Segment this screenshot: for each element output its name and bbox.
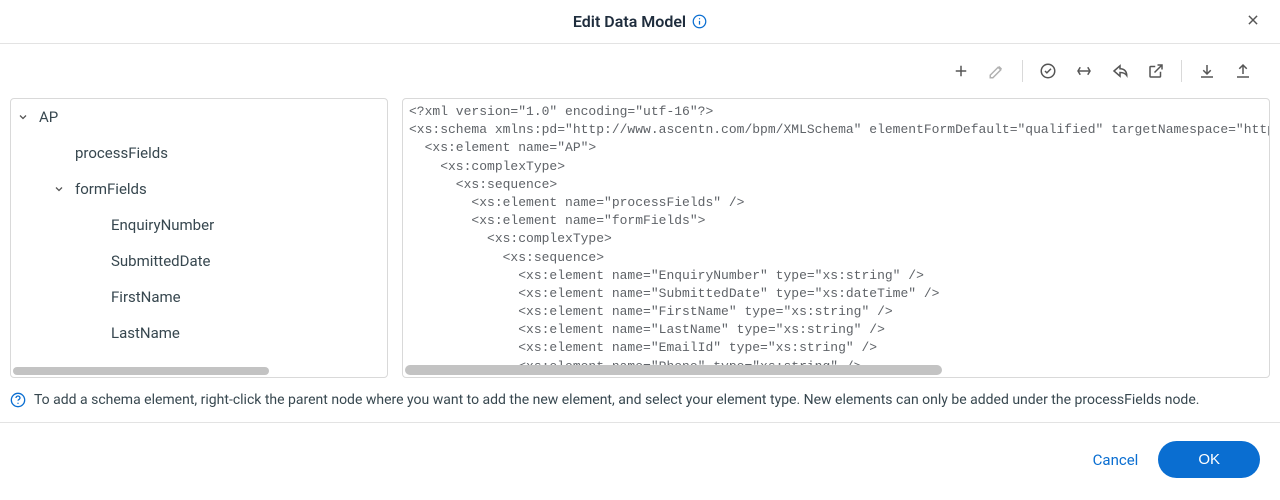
- edit-icon[interactable]: [980, 54, 1014, 88]
- help-text: To add a schema element, right-click the…: [34, 392, 1199, 408]
- tree-node-label: LastName: [111, 324, 180, 342]
- close-icon[interactable]: [1242, 9, 1264, 35]
- dialog-header: Edit Data Model: [0, 0, 1280, 44]
- tree-node-label: AP: [39, 108, 58, 126]
- share-icon[interactable]: [1103, 54, 1137, 88]
- add-icon[interactable]: [944, 54, 978, 88]
- tree-node-label: FirstName: [111, 288, 181, 306]
- open-external-icon[interactable]: [1139, 54, 1173, 88]
- chevron-down-icon[interactable]: [49, 183, 69, 195]
- info-icon[interactable]: [692, 14, 707, 29]
- toolbar: [0, 44, 1280, 98]
- cancel-button[interactable]: Cancel: [1093, 451, 1139, 469]
- tree-panel: AP processFields formFields EnquiryNumber Su…: [10, 98, 388, 378]
- content-area: AP processFields formFields EnquiryNumber Su…: [0, 98, 1280, 378]
- tree-node[interactable]: FirstName: [11, 279, 387, 315]
- tree-node[interactable]: EnquiryNumber: [11, 207, 387, 243]
- ok-button[interactable]: OK: [1158, 441, 1260, 478]
- tree-node[interactable]: processFields: [11, 135, 387, 171]
- help-info-icon: [10, 392, 26, 408]
- tree-node[interactable]: LastName: [11, 315, 387, 351]
- tree-node[interactable]: SubmittedDate: [11, 243, 387, 279]
- code-editor[interactable]: <?xml version="1.0" encoding="utf-16"?> …: [403, 99, 1269, 377]
- collapse-icon[interactable]: [1067, 54, 1101, 88]
- dialog-footer: Cancel OK: [0, 423, 1280, 496]
- help-row: To add a schema element, right-click the…: [0, 378, 1280, 423]
- toolbar-divider: [1181, 60, 1182, 82]
- tree-node[interactable]: AP: [11, 99, 387, 135]
- tree-scroll[interactable]: AP processFields formFields EnquiryNumber Su…: [11, 99, 387, 377]
- scrollbar-horizontal[interactable]: [405, 365, 942, 375]
- download-icon[interactable]: [1190, 54, 1224, 88]
- upload-icon[interactable]: [1226, 54, 1260, 88]
- tree-node-label: formFields: [75, 180, 147, 198]
- toolbar-divider: [1022, 60, 1023, 82]
- tree-node[interactable]: formFields: [11, 171, 387, 207]
- dialog-title: Edit Data Model: [573, 12, 686, 31]
- scrollbar-horizontal[interactable]: [13, 367, 269, 375]
- code-panel: <?xml version="1.0" encoding="utf-16"?> …: [402, 98, 1270, 378]
- chevron-down-icon[interactable]: [13, 111, 33, 123]
- validate-icon[interactable]: [1031, 54, 1065, 88]
- tree-node-label: EnquiryNumber: [111, 216, 214, 234]
- tree-node-label: processFields: [75, 144, 168, 162]
- tree-node-label: SubmittedDate: [111, 252, 211, 270]
